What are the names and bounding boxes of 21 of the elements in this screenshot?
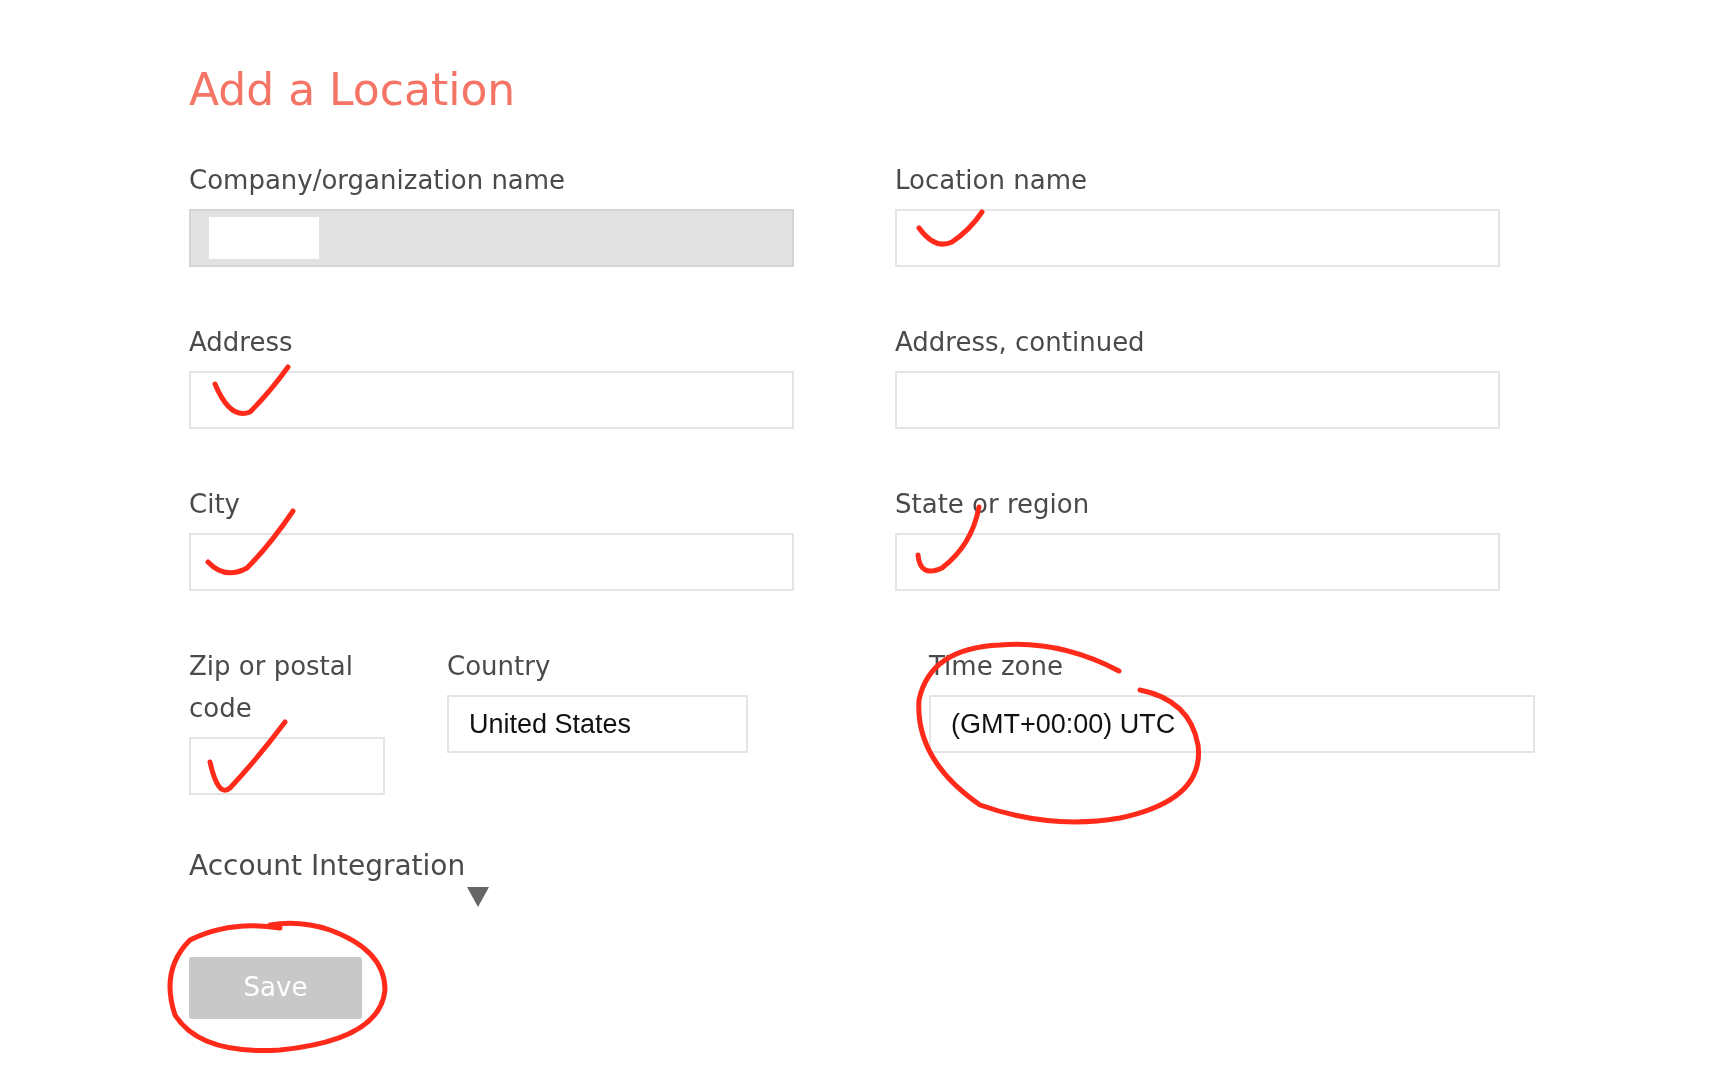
input-field[interactable]: (GMT+00:00) UTC: [929, 694, 1535, 753]
field-value: (GMT+00:00) UTC: [951, 707, 1176, 741]
field-label: Company/organization name: [189, 163, 567, 197]
field-label: Country: [447, 649, 552, 683]
field-value: United States: [469, 707, 632, 741]
input-field[interactable]: United States: [447, 694, 748, 753]
field-label: Zip or postal code: [189, 649, 354, 725]
field-label: Address, continued: [895, 325, 1146, 359]
input-field[interactable]: [189, 532, 794, 591]
input-field[interactable]: [895, 532, 1500, 591]
input-field[interactable]: [895, 370, 1500, 429]
section-heading: Account Integration: [189, 847, 467, 884]
field-label: Address: [189, 325, 294, 359]
input-field[interactable]: [189, 736, 385, 795]
field-label: Location name: [895, 163, 1088, 197]
caret-down-icon[interactable]: [467, 886, 489, 907]
field-label: City: [189, 487, 241, 521]
check-mark-annotation: [916, 209, 985, 247]
input-field[interactable]: [189, 370, 794, 429]
input-field[interactable]: [895, 208, 1500, 267]
page-title: Add a Location: [189, 64, 517, 117]
